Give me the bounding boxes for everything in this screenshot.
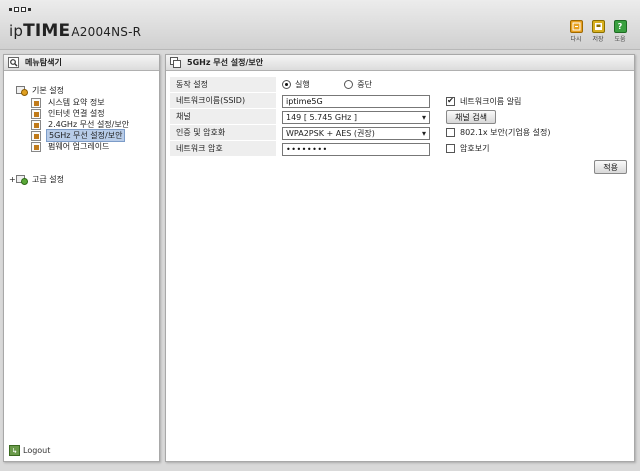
operation-on-radio[interactable]: 실행 <box>282 79 310 90</box>
logout-button[interactable]: ↳ Logout <box>9 445 50 456</box>
help-icon: ? <box>613 20 627 33</box>
save-icon <box>591 20 605 33</box>
refresh-icon <box>569 20 583 33</box>
ssid-broadcast-checkbox[interactable]: ✔ 네트워크이름 알림 <box>446 96 521 107</box>
wireless-icon <box>31 130 41 141</box>
menu-explorer-panel: 메뉴탐색기 기본 설정 시스템 요약 정보 인터넷 연결 설정 2.4GHz 무… <box>3 54 160 462</box>
sidebar-item-wireless-5ghz[interactable]: 5GHz 무선 설정/보안 <box>31 129 126 142</box>
header-toolbar: 다시 저장 ? 도움 <box>568 20 628 43</box>
refresh-button[interactable]: 다시 <box>568 20 584 43</box>
save-button[interactable]: 저장 <box>590 20 606 43</box>
dot1x-checkbox[interactable]: 802.1x 보안(기업용 설정) <box>446 127 550 138</box>
chevron-down-icon: ▾ <box>421 128 426 138</box>
sidebar-item-system-summary[interactable]: 시스템 요약 정보 <box>31 97 107 108</box>
chart-icon <box>31 97 41 108</box>
help-button[interactable]: ? 도움 <box>612 20 628 43</box>
channel-select[interactable]: 149 [ 5.745 GHz ] ▾ <box>282 110 430 124</box>
settings-folder-icon <box>16 85 30 96</box>
network-icon <box>31 108 41 119</box>
wireless-settings-form: 동작 설정 실행 중단 네트워크이름(SSID) iptime5G ✔ 네트워크이… <box>170 77 631 177</box>
page-title: 5GHz 무선 설정/보안 <box>166 55 634 71</box>
chevron-down-icon: ▾ <box>421 112 426 122</box>
row-channel: 채널 149 [ 5.745 GHz ] ▾ 채널 검색 <box>170 109 631 125</box>
row-operation: 동작 설정 실행 중단 <box>170 77 631 93</box>
tree-group-basic[interactable]: 기본 설정 <box>16 85 64 96</box>
tree-group-advanced[interactable]: 고급 설정 <box>16 174 64 185</box>
auth-encryption-select[interactable]: WPA2PSK + AES (권장) ▾ <box>282 126 430 140</box>
show-password-checkbox[interactable]: 암호보기 <box>446 143 489 154</box>
operation-off-radio[interactable]: 중단 <box>344 79 372 90</box>
logout-icon: ↳ <box>9 445 20 456</box>
menu-explorer-title: 메뉴탐색기 <box>4 55 159 71</box>
checkmark-icon: ✔ <box>446 96 455 106</box>
magnifier-icon <box>8 57 19 68</box>
brand-logo: ipTIMEA2004NS-R <box>9 21 142 41</box>
apply-button[interactable]: 적용 <box>594 160 627 174</box>
row-password: 네트워크 암호 •••••••• 암호보기 <box>170 141 631 157</box>
window-icon <box>170 57 181 68</box>
apply-row: 적용 <box>170 157 631 177</box>
firmware-icon <box>31 141 41 152</box>
channel-search-button[interactable]: 채널 검색 <box>446 110 496 124</box>
main-panel: 5GHz 무선 설정/보안 동작 설정 실행 중단 네트워크이름(SSID) i… <box>165 54 635 462</box>
sidebar-item-internet-setup[interactable]: 인터넷 연결 설정 <box>31 108 107 119</box>
settings-folder-icon <box>16 174 30 185</box>
wireless-icon <box>31 119 41 130</box>
logo-dots-icon <box>9 7 31 12</box>
ssid-input[interactable]: iptime5G <box>282 94 430 108</box>
row-auth: 인증 및 암호화 WPA2PSK + AES (권장) ▾ 802.1x 보안(기… <box>170 125 631 141</box>
row-ssid: 네트워크이름(SSID) iptime5G ✔ 네트워크이름 알림 <box>170 93 631 109</box>
password-input[interactable]: •••••••• <box>282 142 430 156</box>
sidebar-item-firmware-upgrade[interactable]: 펌웨어 업그레이드 <box>31 141 111 152</box>
expand-icon[interactable]: + <box>9 175 16 184</box>
header: ipTIMEA2004NS-R 다시 저장 ? 도움 <box>0 0 640 50</box>
